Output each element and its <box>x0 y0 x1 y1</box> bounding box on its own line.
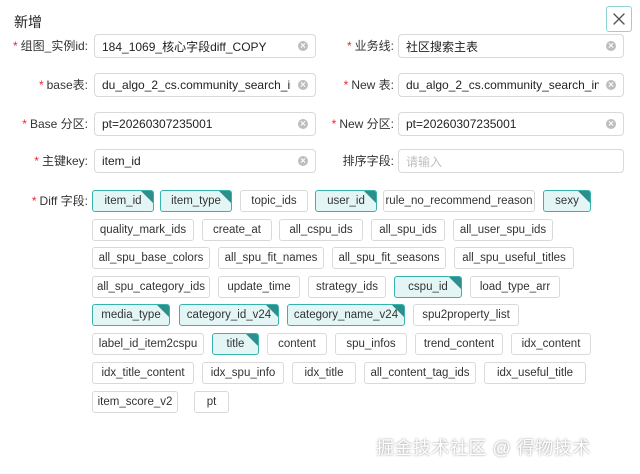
diff-tag[interactable]: all_cspu_ids <box>279 219 363 241</box>
diff-tag[interactable]: all_spu_useful_titles <box>454 247 574 269</box>
clear-icon[interactable] <box>606 119 616 129</box>
new-partition-value: pt=20260307235001 <box>406 117 517 131</box>
dialog-title: 新增 <box>14 14 42 30</box>
base-partition-value: pt=20260307235001 <box>102 117 213 131</box>
diff-tag[interactable]: category_id_v24 <box>179 304 279 326</box>
group-instance-label: * 组图_实例id: <box>12 39 88 53</box>
primary-key-input[interactable]: item_id <box>94 149 316 173</box>
diff-tag[interactable]: spu_infos <box>335 333 407 355</box>
diff-tag[interactable]: all_content_tag_ids <box>364 362 476 384</box>
diff-tag[interactable]: idx_title <box>292 362 356 384</box>
diff-tag[interactable]: all_user_spu_ids <box>453 219 553 241</box>
new-partition-label: * New 分区: <box>331 117 394 131</box>
group-instance-value: 184_1069_核心字段diff_COPY <box>102 39 267 54</box>
primary-key-label: * 主键key: <box>34 154 88 168</box>
clear-icon[interactable] <box>606 41 616 51</box>
close-button[interactable] <box>606 6 632 32</box>
diff-tag[interactable]: all_spu_fit_seasons <box>332 247 446 269</box>
primary-key-value: item_id <box>102 154 141 168</box>
clear-icon[interactable] <box>606 80 616 90</box>
sort-field-placeholder: 请输入 <box>406 154 443 169</box>
new-table-label: * New 表: <box>343 78 394 92</box>
diff-tag[interactable]: cspu_id <box>394 276 462 298</box>
diff-tag[interactable]: update_time <box>218 276 300 298</box>
diff-tag[interactable]: item_id <box>92 190 154 212</box>
diff-tag[interactable]: idx_spu_info <box>202 362 284 384</box>
sort-field-label: 排序字段: <box>342 154 394 168</box>
diff-tag[interactable]: idx_useful_title <box>484 362 586 384</box>
diff-tag[interactable]: item_score_v2 <box>92 391 178 413</box>
business-line-value: 社区搜索主表 <box>406 39 479 54</box>
diff-tag[interactable]: pt <box>194 391 229 413</box>
diff-tag[interactable]: content <box>267 333 327 355</box>
new-table-input[interactable]: du_algo_2_cs.community_search_index_pre_ <box>398 73 624 97</box>
base-partition-label: * Base 分区: <box>22 117 88 131</box>
group-instance-input[interactable]: 184_1069_核心字段diff_COPY <box>94 34 316 58</box>
diff-tag[interactable]: quality_mark_ids <box>92 219 194 241</box>
diff-tag[interactable]: load_type_arr <box>470 276 560 298</box>
diff-tag[interactable]: user_id <box>315 190 377 212</box>
clear-icon[interactable] <box>298 119 308 129</box>
diff-tag[interactable]: all_spu_base_colors <box>92 247 210 269</box>
add-dialog: 新增 * 组图_实例id: 184_1069_核心字段diff_COPY * 业务线… <box>0 0 640 474</box>
sort-field-input[interactable]: 请输入 <box>398 149 624 173</box>
diff-tag[interactable]: strategy_ids <box>308 276 386 298</box>
diff-tag[interactable]: item_type <box>160 190 232 212</box>
base-table-label: * base表: <box>38 78 88 92</box>
watermark: 掘金技术社区 @ 得物技术 <box>376 438 591 458</box>
diff-tag[interactable]: create_at <box>202 219 272 241</box>
close-icon <box>613 13 625 25</box>
diff-tag[interactable]: all_spu_fit_names <box>218 247 324 269</box>
diff-fields-label: * Diff 字段: <box>31 194 88 208</box>
new-table-value: du_algo_2_cs.community_search_index_pre_ <box>406 78 599 92</box>
new-partition-input[interactable]: pt=20260307235001 <box>398 112 624 136</box>
diff-tag[interactable]: label_id_item2cspu <box>92 333 204 355</box>
diff-tag[interactable]: all_spu_category_ids <box>92 276 210 298</box>
diff-tag[interactable]: topic_ids <box>240 190 308 212</box>
diff-tag[interactable]: spu2property_list <box>413 304 519 326</box>
diff-tag[interactable]: idx_title_content <box>92 362 194 384</box>
clear-icon[interactable] <box>298 41 308 51</box>
clear-icon[interactable] <box>298 80 308 90</box>
business-line-label: * 业务线: <box>346 39 394 53</box>
clear-icon[interactable] <box>298 156 308 166</box>
diff-tag[interactable]: trend_content <box>415 333 503 355</box>
diff-tag[interactable]: all_spu_ids <box>371 219 445 241</box>
base-table-input[interactable]: du_algo_2_cs.community_search_index_prd_ <box>94 73 316 97</box>
business-line-select[interactable]: 社区搜索主表 <box>398 34 624 58</box>
base-table-value: du_algo_2_cs.community_search_index_prd_ <box>102 78 291 92</box>
base-partition-input[interactable]: pt=20260307235001 <box>94 112 316 136</box>
diff-tag[interactable]: idx_content <box>511 333 591 355</box>
diff-tag[interactable]: sexy <box>543 190 591 212</box>
diff-tag[interactable]: category_name_v24 <box>287 304 405 326</box>
diff-tag[interactable]: rule_no_recommend_reason <box>383 190 535 212</box>
diff-tag[interactable]: media_type <box>92 304 170 326</box>
diff-tag[interactable]: title <box>212 333 259 355</box>
